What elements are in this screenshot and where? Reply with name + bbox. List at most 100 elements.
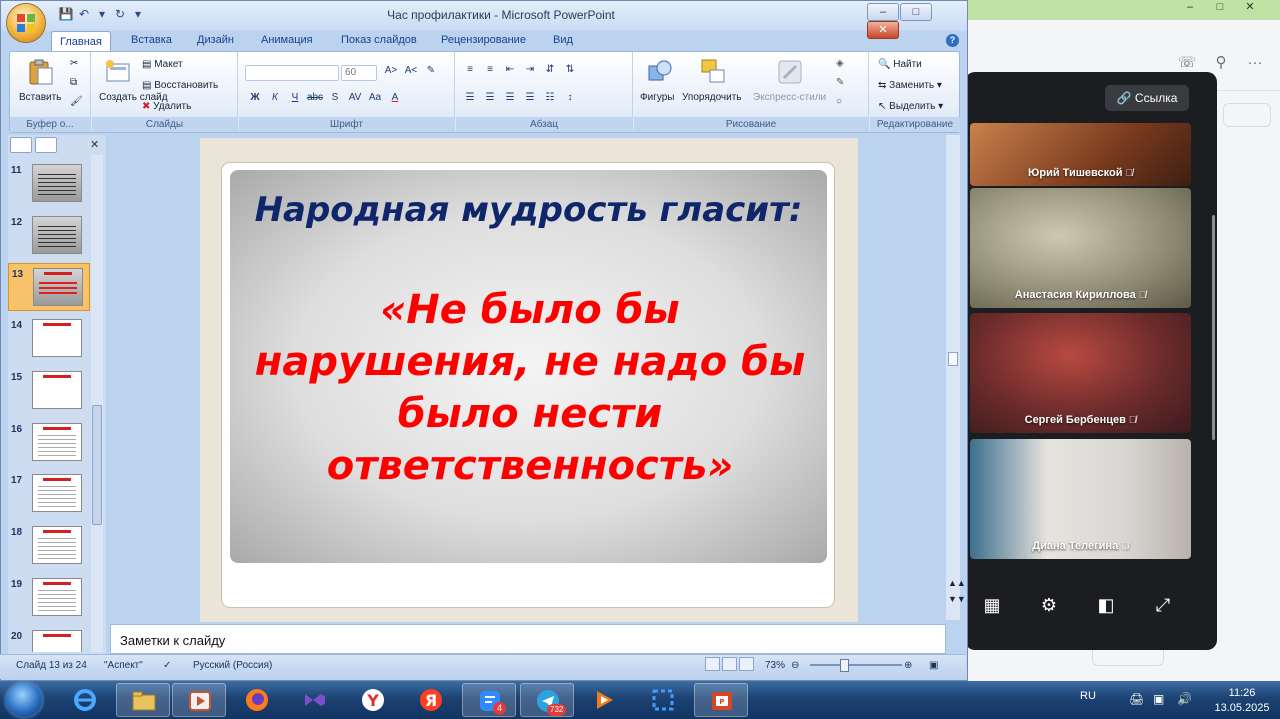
slide-title[interactable]: Народная мудрость гласит: (230, 188, 827, 232)
taskbar-visual-studio[interactable] (288, 683, 342, 717)
dropdown-icon[interactable]: ▾ (93, 7, 111, 21)
minimize-button[interactable]: – (867, 3, 899, 21)
participant-tile[interactable]: Анастасия Кириллова 🎙̸ (970, 188, 1191, 308)
outline-tab[interactable] (35, 137, 57, 153)
slide-thumbnail-selected[interactable]: 13 (8, 263, 90, 311)
slide-quote[interactable]: «Не было бы нарушения, не надо бы было н… (250, 284, 810, 492)
spacing-button[interactable]: AV (345, 92, 365, 108)
quick-styles-button[interactable]: Экспресс-стили (753, 92, 826, 103)
taskbar-powerpoint[interactable]: P (694, 683, 748, 717)
taskbar-media-player[interactable] (172, 683, 226, 717)
slide-thumbnail[interactable]: 17 (8, 470, 90, 518)
undo-icon[interactable]: ↶ (75, 7, 93, 21)
slide-vertical-scrollbar[interactable]: ▲▲ ▼▼ (946, 135, 966, 620)
paste-button[interactable]: Вставить (19, 92, 61, 103)
tab-animation[interactable]: Анимация (261, 34, 313, 46)
replace-button[interactable]: ⇆ Заменить ▾ (878, 80, 942, 91)
maximize-icon[interactable]: □ (1205, 1, 1235, 13)
taskbar-yandex-browser[interactable]: Y (346, 683, 400, 717)
next-slide-icon[interactable]: ▼▼ (948, 594, 966, 604)
shapes-button[interactable]: Фигуры (640, 92, 674, 103)
increase-indent-icon[interactable]: ⇥ (520, 64, 540, 80)
slide-thumbnail[interactable]: 20 (8, 626, 90, 652)
settings-icon[interactable]: ⚙ (1034, 595, 1064, 616)
layout-button[interactable]: ▤ Макет (142, 59, 183, 70)
more-icon[interactable]: ··· (1238, 54, 1272, 71)
reset-button[interactable]: ▤ Восстановить (142, 80, 218, 91)
save-icon[interactable]: 💾 (57, 7, 75, 21)
slide-thumbnail[interactable]: 15 (8, 367, 90, 415)
taskbar-snipping-tool[interactable] (636, 683, 690, 717)
phone-icon[interactable]: ☏ (1170, 53, 1204, 71)
slide-thumbnail[interactable]: 12 (8, 212, 90, 260)
shadow-button[interactable]: S (325, 92, 345, 108)
font-size-field[interactable]: 60 (341, 65, 377, 81)
tab-slideshow[interactable]: Показ слайдов (341, 34, 417, 46)
volume-icon[interactable]: 🔊 (1177, 692, 1192, 706)
participant-tile[interactable]: Сергей Бербенцев 🎙̸ (970, 313, 1191, 433)
bold-button[interactable]: Ж (245, 92, 265, 108)
start-button[interactable] (6, 683, 42, 717)
arrange-button[interactable]: Упорядочить (682, 92, 742, 103)
office-button[interactable] (7, 4, 45, 42)
taskbar-explorer[interactable] (116, 683, 170, 717)
slide-thumbnail[interactable]: 18 (8, 522, 90, 570)
slide-thumbnail[interactable]: 11 (8, 160, 90, 208)
fit-window-icon[interactable]: ▣ (929, 660, 938, 671)
copy-icon[interactable]: ⧉ (70, 77, 77, 88)
font-name-field[interactable] (245, 65, 339, 81)
cut-icon[interactable]: ✂ (70, 58, 78, 69)
underline-button[interactable]: Ч (285, 92, 305, 108)
italic-button[interactable]: К (265, 92, 285, 108)
taskbar-media[interactable] (578, 683, 632, 717)
slides-pane-scrollbar[interactable] (91, 155, 103, 652)
align-right-icon[interactable]: ☰ (500, 92, 520, 108)
help-icon[interactable]: ? (946, 34, 959, 47)
participants-scrollbar[interactable] (1212, 215, 1215, 440)
search-icon[interactable]: ⚲ (1204, 53, 1238, 71)
zoom-slider-handle[interactable] (840, 659, 849, 672)
format-painter-icon[interactable]: 🖌 (70, 96, 83, 107)
taskbar-firefox[interactable] (230, 683, 284, 717)
customize-icon[interactable]: ▾ (129, 7, 147, 21)
close-icon[interactable]: ✕ (1235, 0, 1265, 13)
align-text-icon[interactable]: ↕ (560, 92, 580, 108)
participant-tile[interactable]: Диана Телегина 🎙̸ (970, 439, 1191, 559)
taskbar-telegram[interactable]: 732 (520, 683, 574, 717)
bullets-icon[interactable]: ≡ (460, 64, 480, 80)
slides-tab[interactable] (10, 137, 32, 153)
shape-effects-icon[interactable]: ○ (836, 96, 842, 107)
zoom-level[interactable]: 73% (765, 660, 785, 671)
tab-view[interactable]: Вид (553, 34, 573, 46)
align-left-icon[interactable]: ☰ (460, 92, 480, 108)
slide-thumbnail[interactable]: 14 (8, 315, 90, 363)
align-center-icon[interactable]: ☰ (480, 92, 500, 108)
change-case-button[interactable]: Aa (365, 92, 385, 108)
minimize-icon[interactable]: – (1175, 1, 1205, 13)
text-direction-icon[interactable]: ⇅ (560, 64, 580, 80)
line-spacing-icon[interactable]: ⇵ (540, 64, 560, 80)
columns-icon[interactable]: ☷ (540, 92, 560, 108)
language-indicator[interactable]: Русский (Россия) (193, 660, 272, 671)
notes-field[interactable]: Заметки к слайду (110, 624, 946, 654)
close-pane-icon[interactable]: ✕ (90, 138, 99, 151)
taskbar-yandex[interactable]: Я (404, 683, 458, 717)
taskbar-messenger[interactable]: 4 (462, 683, 516, 717)
zoom-slider[interactable] (810, 664, 902, 666)
tab-insert[interactable]: Вставка (131, 34, 172, 46)
maximize-button[interactable]: □ (900, 3, 932, 21)
fullscreen-icon[interactable]: ⤢ (1148, 595, 1178, 616)
tab-home[interactable]: Главная (51, 31, 111, 53)
decrease-indent-icon[interactable]: ⇤ (500, 64, 520, 80)
zoom-in-icon[interactable]: ⊕ (904, 660, 912, 671)
grow-font-icon[interactable]: A˃ (381, 65, 401, 81)
zoom-out-icon[interactable]: ⊖ (791, 660, 799, 671)
font-color-button[interactable]: A (385, 92, 405, 108)
strikethrough-button[interactable]: abc (305, 92, 325, 108)
background-button[interactable] (1223, 103, 1271, 127)
justify-icon[interactable]: ☰ (520, 92, 540, 108)
shape-outline-icon[interactable]: ✎ (836, 77, 844, 88)
network-icon[interactable]: ▣ (1153, 692, 1164, 706)
theme-name[interactable]: "Аспект" (104, 660, 143, 671)
slideshow-view-button[interactable] (739, 657, 754, 671)
